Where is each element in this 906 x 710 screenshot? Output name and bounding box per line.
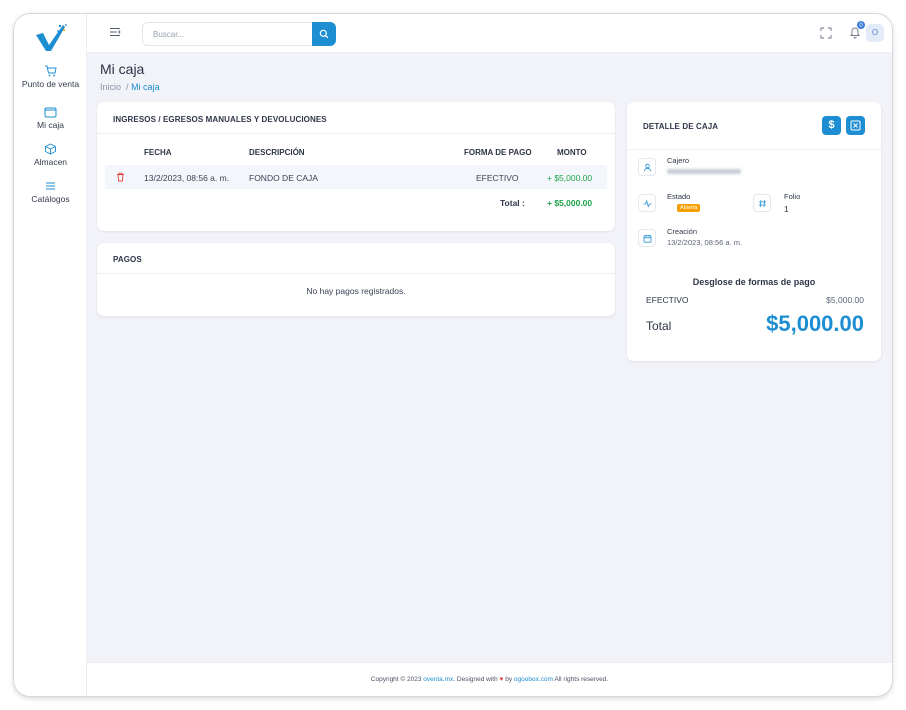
search-button[interactable] (312, 22, 336, 46)
folio-label: Folio (784, 192, 801, 201)
search-input[interactable] (153, 27, 303, 42)
breadcrumb-current: Mi caja (131, 82, 160, 92)
cell-payment: EFECTIVO (476, 173, 519, 183)
breadcrumb: Inicio / Mi caja (100, 82, 160, 92)
cash-detail-card: DETALLE DE CAJA $ Cajero Estado Abierta (627, 102, 881, 361)
detail-title: DETALLE DE CAJA (643, 122, 719, 131)
sidebar-item-mi-caja[interactable]: Mi caja (14, 106, 87, 130)
cashier-label: Cajero (667, 156, 690, 165)
app-logo (36, 24, 67, 51)
breadcrumb-separator: / (126, 82, 129, 92)
grand-total-label: Total (646, 319, 672, 333)
notifications-button[interactable]: 0 (849, 20, 866, 44)
divider (97, 133, 615, 134)
hash-icon (758, 199, 766, 208)
footer-rights: All rights reserved. (554, 676, 609, 683)
cash-button[interactable]: $ (822, 116, 841, 135)
menu-toggle-icon[interactable] (109, 27, 121, 37)
user-icon (643, 163, 652, 172)
topbar: 0 O (87, 14, 892, 53)
trash-icon[interactable] (116, 172, 125, 182)
cell-date: 13/2/2023, 08:56 a. m. (144, 173, 230, 183)
column-header-amount: MONTO (557, 148, 587, 157)
fullscreen-icon[interactable] (820, 27, 832, 39)
breakdown-title: Desglose de formas de pago (692, 277, 816, 287)
page-title: Mi caja (100, 61, 145, 77)
search-icon (319, 29, 329, 39)
breakdown-method: EFECTIVO (646, 295, 689, 305)
grand-total-value: $5,000.00 (766, 311, 864, 336)
divider (627, 149, 881, 150)
sidebar-item-punto-de-venta[interactable]: Punto de venta (14, 65, 87, 89)
folio-value: 1 (784, 204, 789, 214)
cell-description: FONDO DE CAJA (249, 173, 318, 183)
sidebar-item-catalogos[interactable]: Catálogos (14, 180, 87, 204)
total-value: + $5,000.00 (547, 198, 593, 208)
cashier-name-redacted (667, 169, 741, 174)
notifications-badge: 0 (856, 20, 866, 30)
folio-icon-box (753, 194, 771, 212)
column-header-date: FECHA (144, 148, 172, 157)
status-label: Estado (667, 192, 691, 201)
cell-amount: + $5,000.00 (547, 173, 593, 183)
column-header-payment: FORMA DE PAGO (464, 148, 532, 157)
close-register-button[interactable] (846, 116, 865, 135)
close-box-icon (850, 120, 861, 131)
breakdown-amount: $5,000.00 (826, 295, 864, 305)
sidebar-item-label: Catálogos (31, 194, 70, 204)
created-icon-box (638, 229, 656, 247)
footer-brand-link[interactable]: oventa.mx (423, 676, 453, 683)
footer-copyright: Copyright © 2023 (370, 676, 422, 683)
sidebar-item-label: Mi caja (37, 120, 64, 130)
payments-card: PAGOS No hay pagos registrados. (97, 243, 615, 316)
wallet-icon (44, 107, 57, 118)
footer-by: by (505, 676, 513, 683)
cube-icon (45, 143, 56, 155)
total-label: Total : (500, 198, 525, 208)
column-header-description: DESCRIPCIÓN (249, 148, 305, 157)
cart-icon (45, 65, 57, 77)
sidebar-item-label: Almacen (33, 157, 68, 167)
cashier-icon-box (638, 158, 656, 176)
sidebar-item-almacen[interactable]: Almacen (14, 143, 87, 167)
calendar-icon (643, 234, 652, 243)
app-window: Punto de venta Mi caja Almacen Catálogos (14, 14, 892, 696)
status-badge: Abierta (677, 204, 701, 212)
avatar[interactable]: O (866, 24, 884, 42)
sidebar: Punto de venta Mi caja Almacen Catálogos (14, 14, 87, 696)
footer: Copyright © 2023 oventa.mx. Designed wit… (87, 662, 892, 696)
list-icon (46, 182, 55, 190)
divider (97, 273, 615, 274)
created-value: 13/2/2023, 08:56 a. m. (667, 238, 743, 247)
payments-empty-message: No hay pagos registrados. (306, 286, 406, 296)
heart-icon: ♥ (499, 676, 504, 683)
status-icon-box (638, 194, 656, 212)
created-label: Creación (667, 227, 698, 236)
sidebar-item-label: Punto de venta (21, 79, 80, 89)
movements-card: INGRESOS / EGRESOS MANUALES Y DEVOLUCION… (97, 102, 615, 231)
search-box (142, 22, 336, 46)
breadcrumb-home[interactable]: Inicio (100, 82, 121, 92)
footer-company-link[interactable]: ogoobox.com (514, 676, 553, 683)
movements-title: INGRESOS / EGRESOS MANUALES Y DEVOLUCION… (113, 115, 327, 124)
footer-designed-with: . Designed with (453, 676, 498, 683)
payments-title: PAGOS (113, 255, 142, 264)
activity-icon (643, 199, 652, 208)
